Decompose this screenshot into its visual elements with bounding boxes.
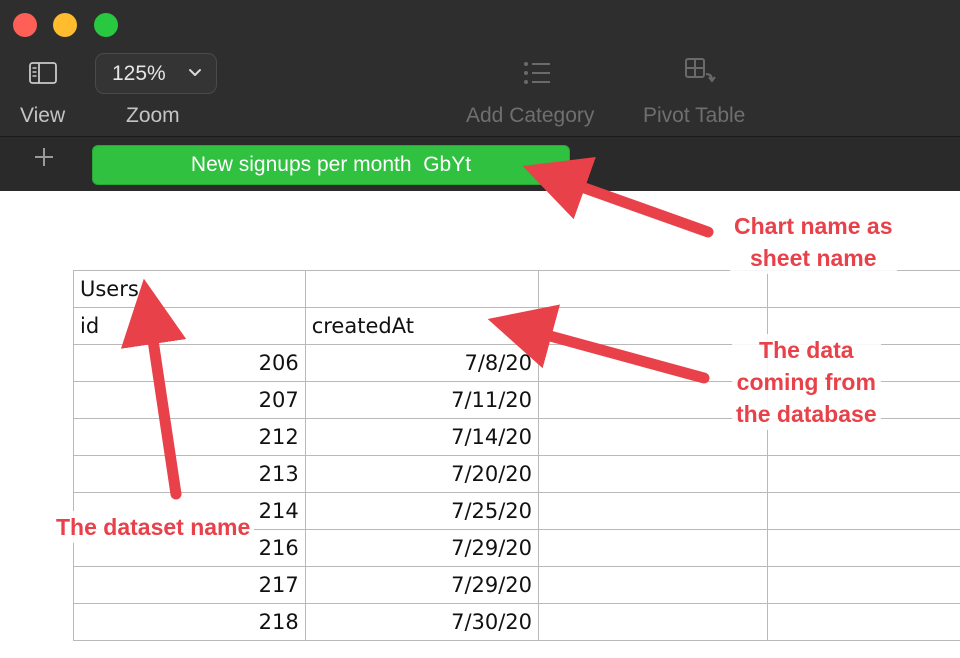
created-at-cell[interactable]: 7/25/20 — [304, 492, 540, 530]
sidebar-icon[interactable] — [29, 62, 57, 84]
maximize-window-button[interactable] — [94, 13, 118, 37]
chevron-down-icon — [189, 69, 201, 76]
close-window-button[interactable] — [13, 13, 37, 37]
list-icon[interactable] — [522, 60, 552, 86]
table-row: 217 7/29/20 — [73, 566, 960, 604]
annotation-line: Chart name as — [734, 213, 893, 239]
created-at-cell[interactable]: 7/30/20 — [304, 603, 540, 641]
annotation-chart-name: Chart name as sheet name — [730, 210, 897, 274]
table-cell[interactable] — [538, 566, 768, 604]
created-at-cell[interactable]: 7/20/20 — [304, 455, 540, 493]
zoom-select[interactable]: 125% — [95, 53, 217, 94]
zoom-label: Zoom — [126, 104, 180, 127]
table-cell[interactable] — [538, 492, 768, 530]
table-cell[interactable] — [766, 492, 960, 530]
table-cell[interactable] — [538, 529, 768, 567]
add-category-label[interactable]: Add Category — [466, 104, 594, 128]
created-at-cell[interactable]: 7/14/20 — [304, 418, 540, 456]
id-cell[interactable]: 207 — [73, 381, 306, 419]
created-at-cell[interactable]: 7/29/20 — [304, 566, 540, 604]
header-cell-id[interactable]: id — [73, 307, 306, 345]
table-cell[interactable] — [304, 270, 540, 308]
window-toolbar: View 125% Zoom Add Category Pivot Table — [0, 0, 960, 136]
id-cell[interactable]: 218 — [73, 603, 306, 641]
zoom-value: 125% — [112, 62, 166, 85]
table-cell[interactable] — [538, 455, 768, 493]
table-cell[interactable] — [766, 270, 960, 308]
created-at-cell[interactable]: 7/8/20 — [304, 344, 540, 382]
id-cell[interactable]: 213 — [73, 455, 306, 493]
annotation-line: The data — [759, 337, 854, 363]
annotation-line: the database — [736, 401, 877, 427]
plus-icon[interactable] — [33, 146, 55, 168]
table-cell[interactable] — [538, 270, 768, 308]
id-cell[interactable]: 206 — [73, 344, 306, 382]
created-at-cell[interactable]: 7/29/20 — [304, 529, 540, 567]
id-cell[interactable]: 212 — [73, 418, 306, 456]
pivot-table-icon[interactable] — [684, 57, 716, 87]
id-cell[interactable]: 217 — [73, 566, 306, 604]
sheet-tab-active[interactable]: New signups per month GbYt — [92, 145, 570, 185]
annotation-line: coming from — [736, 369, 876, 395]
created-at-cell[interactable]: 7/11/20 — [304, 381, 540, 419]
annotation-dataset: The dataset name — [52, 511, 255, 543]
data-table: Users id createdAt 206 7/8/20 207 7/11/2… — [73, 270, 960, 641]
table-title-cell[interactable]: Users — [73, 270, 306, 308]
table-cell[interactable] — [538, 603, 768, 641]
pivot-table-label[interactable]: Pivot Table — [643, 104, 745, 128]
annotation-line: sheet name — [749, 245, 877, 271]
sheet-tab-bar: New signups per month GbYt — [0, 136, 960, 191]
table-title-row: Users — [73, 270, 960, 308]
table-cell[interactable] — [766, 603, 960, 641]
view-label[interactable]: View — [20, 104, 65, 128]
minimize-window-button[interactable] — [53, 13, 77, 37]
annotation-data: The data coming from the database — [732, 334, 881, 430]
table-cell[interactable] — [766, 529, 960, 567]
header-cell-createdat[interactable]: createdAt — [304, 307, 540, 345]
table-row: 218 7/30/20 — [73, 603, 960, 641]
table-cell[interactable] — [766, 455, 960, 493]
table-row: 213 7/20/20 — [73, 455, 960, 493]
table-cell[interactable] — [766, 566, 960, 604]
